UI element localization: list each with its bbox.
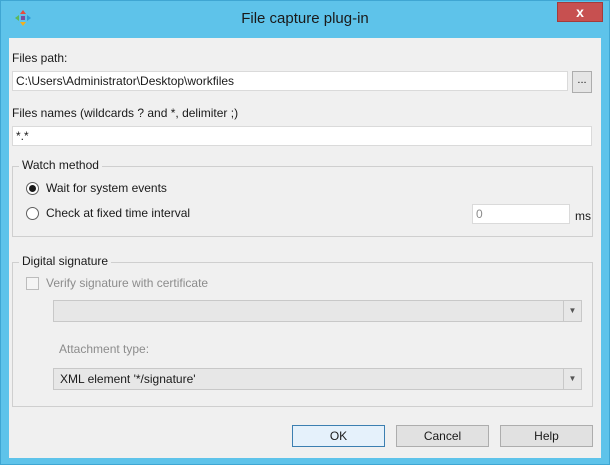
files-path-label: Files path: <box>12 51 68 65</box>
attachment-type-value: XML element '*/signature' <box>60 372 196 386</box>
dialog-window: File capture plug-in x Files path: C:\Us… <box>0 0 610 465</box>
window-title: File capture plug-in <box>241 10 369 27</box>
chevron-down-icon[interactable]: ▼ <box>563 369 581 389</box>
interval-input[interactable]: 0 <box>472 204 570 224</box>
verify-signature-checkbox[interactable] <box>26 277 39 290</box>
digital-signature-title: Digital signature <box>19 254 112 268</box>
system-events-label[interactable]: Wait for system events <box>46 181 167 195</box>
chevron-down-icon[interactable]: ▼ <box>563 301 581 321</box>
close-button[interactable]: x <box>557 2 603 22</box>
title-bar[interactable]: File capture plug-in x <box>1 1 609 37</box>
cancel-button[interactable]: Cancel <box>396 425 489 447</box>
watch-method-title: Watch method <box>19 158 102 172</box>
verify-signature-label[interactable]: Verify signature with certificate <box>46 276 208 290</box>
files-names-label: Files names (wildcards ? and *, delimite… <box>12 106 239 120</box>
help-button[interactable]: Help <box>500 425 593 447</box>
interval-unit-label: ms <box>575 209 591 223</box>
browse-button[interactable]: ... <box>572 71 592 93</box>
fixed-interval-radio[interactable] <box>26 207 39 220</box>
system-events-radio[interactable] <box>26 182 39 195</box>
files-path-input[interactable]: C:\Users\Administrator\Desktop\workfiles <box>12 71 568 91</box>
watch-method-group <box>12 166 593 237</box>
dialog-content: Files path: C:\Users\Administrator\Deskt… <box>9 38 601 458</box>
attachment-type-label: Attachment type: <box>59 342 150 356</box>
fixed-interval-label[interactable]: Check at fixed time interval <box>46 206 190 220</box>
attachment-type-combo[interactable]: XML element '*/signature' ▼ <box>53 368 582 390</box>
certificate-combo[interactable]: ▼ <box>53 300 582 322</box>
files-names-input[interactable]: *.* <box>12 126 592 146</box>
ok-button[interactable]: OK <box>292 425 385 447</box>
